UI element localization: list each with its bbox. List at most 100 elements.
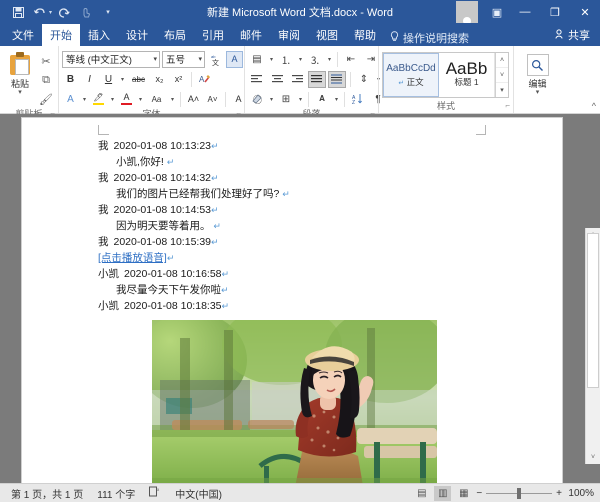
word-count[interactable]: 111 个字 xyxy=(90,486,142,501)
highlight-color-icon[interactable]: 🖊 xyxy=(90,91,107,108)
vertical-scrollbar[interactable]: ˄ ˅ xyxy=(585,228,600,464)
print-layout-icon[interactable]: ▥ xyxy=(434,485,452,501)
change-case-chevron-down-icon[interactable]: ▾ xyxy=(169,96,176,103)
web-layout-icon[interactable]: ▦ xyxy=(455,486,472,501)
clear-formatting-icon[interactable]: A xyxy=(196,71,213,88)
font-color-chevron-down-icon[interactable]: ▾ xyxy=(137,96,144,103)
language-indicator[interactable]: 中文(中国) xyxy=(168,486,229,501)
grow-font-icon[interactable]: A˄ xyxy=(185,91,202,108)
text-effects-icon[interactable]: A xyxy=(62,91,79,108)
zoom-level[interactable]: 100% xyxy=(566,488,594,499)
style-item-heading1[interactable]: AaBb 标题 1 xyxy=(439,53,495,97)
bullets-icon[interactable]: ▤ xyxy=(248,51,266,68)
borders-chevron-down-icon[interactable]: ▾ xyxy=(297,96,304,103)
character-border-icon[interactable]: A xyxy=(226,50,243,68)
tab-design[interactable]: 设计 xyxy=(118,24,156,46)
styles-scroll-up-icon[interactable]: ˄ xyxy=(496,53,508,68)
multilevel-list-icon[interactable]: ⒊ xyxy=(306,51,324,68)
font-name-chevron-down-icon[interactable]: ▾ xyxy=(150,55,157,63)
tab-layout[interactable]: 布局 xyxy=(156,24,194,46)
shading-icon[interactable] xyxy=(248,91,266,108)
undo-icon[interactable] xyxy=(30,3,50,21)
zoom-thumb[interactable] xyxy=(517,487,522,499)
borders-icon[interactable]: ⊞ xyxy=(277,91,295,108)
share-button[interactable]: 共享 xyxy=(555,24,600,46)
zoom-track[interactable] xyxy=(486,487,553,499)
shrink-font-icon[interactable]: A˅ xyxy=(204,91,221,108)
document-text[interactable]: 我 2020-01-08 10:13:23↵ 小凯,你好! ↵ 我 2020-01-… xyxy=(98,138,502,314)
numbering-chevron-down-icon[interactable]: ▾ xyxy=(297,56,304,63)
bullets-chevron-down-icon[interactable]: ▾ xyxy=(268,56,275,63)
paste-dropdown-icon[interactable]: ▾ xyxy=(18,89,22,96)
copy-icon[interactable]: ⧉ xyxy=(37,72,55,89)
format-painter-icon[interactable]: 🖌 xyxy=(37,91,55,108)
tab-review[interactable]: 审阅 xyxy=(270,24,308,46)
page-count[interactable]: 第 1 页，共 1 页 xyxy=(4,486,90,501)
sort-icon[interactable]: AZ xyxy=(349,91,367,108)
zoom-in-button[interactable]: + xyxy=(556,488,562,499)
tab-mailings[interactable]: 邮件 xyxy=(232,24,270,46)
maximize-button[interactable]: ❐ xyxy=(540,0,570,24)
cut-icon[interactable]: ✂ xyxy=(37,53,55,70)
underline-button[interactable]: U xyxy=(100,71,117,88)
change-case-button[interactable]: Aa xyxy=(146,91,167,108)
zoom-out-button[interactable]: − xyxy=(476,488,482,499)
align-center-icon[interactable] xyxy=(268,71,286,88)
style-item-normal[interactable]: AaBbCcDd ↵ 正文 xyxy=(383,53,439,97)
styles-dialog-launcher[interactable]: ⌐ xyxy=(505,99,510,112)
tab-view[interactable]: 视图 xyxy=(308,24,346,46)
collapse-ribbon-icon[interactable]: ^ xyxy=(592,101,596,111)
editing-button[interactable]: 编辑 ▾ xyxy=(518,50,558,96)
styles-more-icon[interactable]: ▾ xyxy=(496,83,508,97)
text-effects-chevron-down-icon[interactable]: ▾ xyxy=(81,96,88,103)
underline-chevron-down-icon[interactable]: ▾ xyxy=(119,76,126,83)
save-icon[interactable] xyxy=(8,3,28,21)
phonetic-guide-icon[interactable]: ab 文 xyxy=(207,51,224,68)
scrollbar-thumb[interactable] xyxy=(587,233,599,388)
tab-references[interactable]: 引用 xyxy=(194,24,232,46)
tab-file[interactable]: 文件 xyxy=(4,24,42,46)
undo-dropdown-icon[interactable]: ▾ xyxy=(49,9,52,16)
justify-icon[interactable] xyxy=(308,70,326,88)
tab-help[interactable]: 帮助 xyxy=(346,24,384,46)
asian-layout-icon[interactable]: 𝐀 xyxy=(313,91,331,108)
font-size-chevron-down-icon[interactable]: ▾ xyxy=(195,55,202,63)
subscript-button[interactable]: x₂ xyxy=(151,71,168,88)
play-voice-link[interactable]: [点击播放语音] xyxy=(98,252,167,264)
proofing-icon[interactable]: x xyxy=(142,486,168,500)
tell-me-search[interactable]: 操作说明搜索 xyxy=(384,30,475,46)
numbering-icon[interactable]: ⒈ xyxy=(277,51,295,68)
touch-mode-icon[interactable] xyxy=(76,3,96,21)
tab-home[interactable]: 开始 xyxy=(42,24,80,46)
align-right-icon[interactable] xyxy=(288,71,306,88)
scroll-down-icon[interactable]: ˅ xyxy=(586,450,600,464)
minimize-button[interactable]: — xyxy=(510,0,540,24)
strikethrough-button[interactable]: abc xyxy=(128,71,149,88)
decrease-indent-icon[interactable]: ⇤ xyxy=(342,51,360,68)
align-left-icon[interactable] xyxy=(248,71,266,88)
font-color-icon[interactable]: A xyxy=(118,91,135,108)
document-page[interactable]: 我 2020-01-08 10:13:23↵ 小凯,你好! ↵ 我 2020-01-… xyxy=(22,118,562,483)
line-spacing-icon[interactable]: ⇕ xyxy=(355,71,373,88)
highlight-chevron-down-icon[interactable]: ▾ xyxy=(109,96,116,103)
multilevel-chevron-down-icon[interactable]: ▾ xyxy=(326,56,333,63)
chat-photo[interactable] xyxy=(152,320,437,483)
read-mode-icon[interactable]: ▤ xyxy=(413,486,430,501)
ribbon-display-options-icon[interactable]: ▣ xyxy=(484,6,510,19)
superscript-button[interactable]: x² xyxy=(170,71,187,88)
zoom-slider[interactable]: − + xyxy=(476,487,562,499)
styles-scroll-down-icon[interactable]: ˅ xyxy=(496,68,508,83)
paste-button[interactable]: 粘贴 ▾ xyxy=(3,50,37,96)
italic-button[interactable]: I xyxy=(81,71,98,88)
font-name-combo[interactable]: 等线 (中文正文) ▾ xyxy=(62,50,160,68)
distribute-icon[interactable] xyxy=(328,70,346,88)
redo-icon[interactable] xyxy=(54,3,74,21)
bold-button[interactable]: B xyxy=(62,71,79,88)
editing-dropdown-icon[interactable]: ▾ xyxy=(536,89,540,96)
tab-insert[interactable]: 插入 xyxy=(80,24,118,46)
close-button[interactable]: ✕ xyxy=(570,0,600,24)
font-size-combo[interactable]: 五号 ▾ xyxy=(162,50,205,68)
avatar[interactable] xyxy=(456,1,478,23)
shading-chevron-down-icon[interactable]: ▾ xyxy=(268,96,275,103)
asian-layout-chevron-down-icon[interactable]: ▾ xyxy=(333,96,340,103)
